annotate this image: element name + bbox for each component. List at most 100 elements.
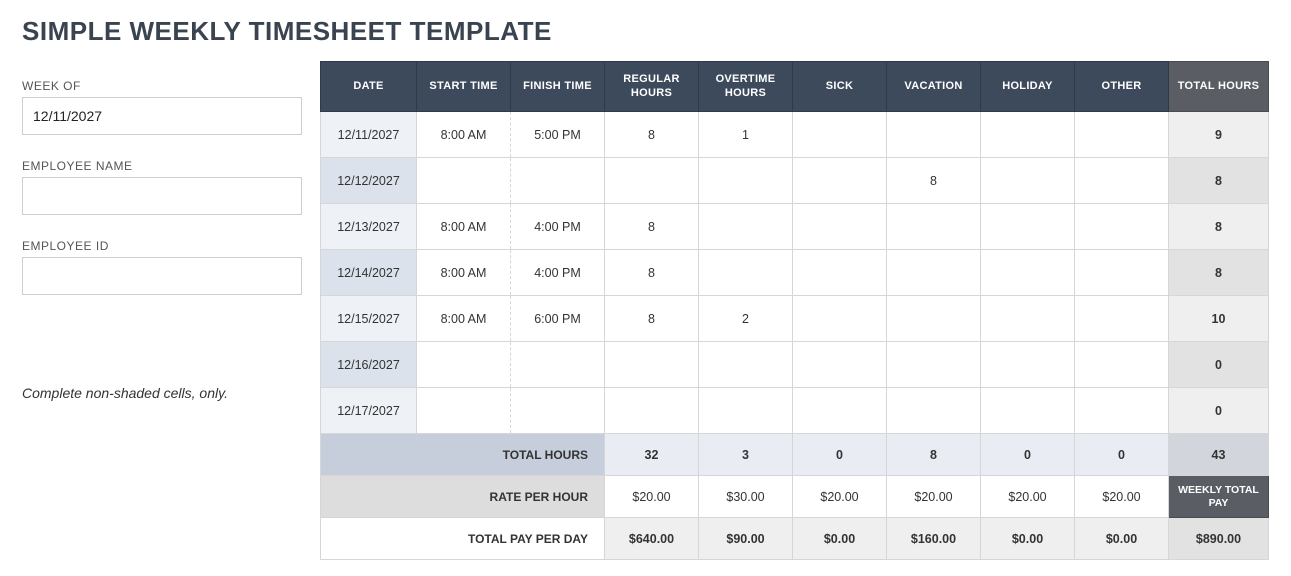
header-start: START TIME — [417, 62, 511, 112]
table-row: 12/12/2027 8 8 — [321, 158, 1269, 204]
cell-sick[interactable] — [793, 342, 887, 388]
cell-vacation[interactable]: 8 — [887, 158, 981, 204]
cell-start[interactable]: 8:00 AM — [417, 112, 511, 158]
total-pay-overtime: $90.00 — [699, 518, 793, 560]
header-row: DATE START TIME FINISH TIME REGULAR HOUR… — [321, 62, 1269, 112]
rate-sick[interactable]: $20.00 — [793, 476, 887, 518]
cell-other[interactable] — [1075, 388, 1169, 434]
rate-label: RATE PER HOUR — [321, 476, 605, 518]
cell-sick[interactable] — [793, 158, 887, 204]
cell-sick[interactable] — [793, 388, 887, 434]
cell-vacation[interactable] — [887, 342, 981, 388]
rate-vacation[interactable]: $20.00 — [887, 476, 981, 518]
cell-total: 8 — [1169, 204, 1269, 250]
cell-sick[interactable] — [793, 250, 887, 296]
employee-name-input[interactable] — [22, 177, 302, 215]
cell-finish[interactable]: 6:00 PM — [511, 296, 605, 342]
cell-start[interactable]: 8:00 AM — [417, 204, 511, 250]
cell-finish[interactable] — [511, 388, 605, 434]
timesheet-table: DATE START TIME FINISH TIME REGULAR HOUR… — [320, 61, 1269, 560]
cell-regular[interactable]: 8 — [605, 296, 699, 342]
week-of-input[interactable] — [22, 97, 302, 135]
cell-holiday[interactable] — [981, 296, 1075, 342]
cell-overtime[interactable] — [699, 204, 793, 250]
total-hours-row: TOTAL HOURS 32 3 0 8 0 0 43 — [321, 434, 1269, 476]
cell-other[interactable] — [1075, 158, 1169, 204]
cell-regular[interactable] — [605, 388, 699, 434]
total-hours-regular: 32 — [605, 434, 699, 476]
cell-regular[interactable] — [605, 158, 699, 204]
cell-start[interactable] — [417, 158, 511, 204]
employee-id-input[interactable] — [22, 257, 302, 295]
cell-sick[interactable] — [793, 296, 887, 342]
cell-sick[interactable] — [793, 204, 887, 250]
cell-date: 12/13/2027 — [321, 204, 417, 250]
cell-start[interactable] — [417, 342, 511, 388]
cell-vacation[interactable] — [887, 388, 981, 434]
header-date: DATE — [321, 62, 417, 112]
header-total: TOTAL HOURS — [1169, 62, 1269, 112]
cell-other[interactable] — [1075, 296, 1169, 342]
cell-overtime[interactable] — [699, 158, 793, 204]
table-row: 12/13/20278:00 AM4:00 PM88 — [321, 204, 1269, 250]
cell-total: 8 — [1169, 250, 1269, 296]
cell-date: 12/11/2027 — [321, 112, 417, 158]
cell-date: 12/12/2027 — [321, 158, 417, 204]
cell-finish[interactable]: 4:00 PM — [511, 204, 605, 250]
cell-total: 8 — [1169, 158, 1269, 204]
employee-name-label: EMPLOYEE NAME — [22, 159, 302, 173]
rate-overtime[interactable]: $30.00 — [699, 476, 793, 518]
rate-holiday[interactable]: $20.00 — [981, 476, 1075, 518]
cell-holiday[interactable] — [981, 388, 1075, 434]
cell-regular[interactable]: 8 — [605, 112, 699, 158]
total-pay-other: $0.00 — [1075, 518, 1169, 560]
cell-sick[interactable] — [793, 112, 887, 158]
cell-overtime[interactable] — [699, 250, 793, 296]
total-pay-grand: $890.00 — [1169, 518, 1269, 560]
cell-vacation[interactable] — [887, 250, 981, 296]
header-finish: FINISH TIME — [511, 62, 605, 112]
cell-holiday[interactable] — [981, 204, 1075, 250]
table-row: 12/14/20278:00 AM4:00 PM88 — [321, 250, 1269, 296]
cell-finish[interactable]: 5:00 PM — [511, 112, 605, 158]
week-of-label: WEEK OF — [22, 79, 302, 93]
total-hours-grand: 43 — [1169, 434, 1269, 476]
table-row: 12/17/20270 — [321, 388, 1269, 434]
cell-other[interactable] — [1075, 342, 1169, 388]
cell-regular[interactable]: 8 — [605, 250, 699, 296]
cell-regular[interactable] — [605, 342, 699, 388]
cell-finish[interactable]: 4:00 PM — [511, 250, 605, 296]
rate-other[interactable]: $20.00 — [1075, 476, 1169, 518]
cell-holiday[interactable] — [981, 250, 1075, 296]
cell-overtime[interactable] — [699, 388, 793, 434]
cell-regular[interactable]: 8 — [605, 204, 699, 250]
total-pay-regular: $640.00 — [605, 518, 699, 560]
cell-finish[interactable] — [511, 158, 605, 204]
cell-vacation[interactable] — [887, 204, 981, 250]
total-hours-holiday: 0 — [981, 434, 1075, 476]
header-vacation: VACATION — [887, 62, 981, 112]
cell-start[interactable]: 8:00 AM — [417, 296, 511, 342]
cell-start[interactable]: 8:00 AM — [417, 250, 511, 296]
cell-vacation[interactable] — [887, 296, 981, 342]
rate-regular[interactable]: $20.00 — [605, 476, 699, 518]
sidebar: WEEK OF EMPLOYEE NAME EMPLOYEE ID Comple… — [22, 61, 302, 401]
cell-holiday[interactable] — [981, 158, 1075, 204]
cell-holiday[interactable] — [981, 342, 1075, 388]
cell-overtime[interactable]: 2 — [699, 296, 793, 342]
cell-holiday[interactable] — [981, 112, 1075, 158]
header-overtime: OVERTIME HOURS — [699, 62, 793, 112]
cell-vacation[interactable] — [887, 112, 981, 158]
cell-total: 9 — [1169, 112, 1269, 158]
cell-other[interactable] — [1075, 112, 1169, 158]
cell-finish[interactable] — [511, 342, 605, 388]
cell-overtime[interactable] — [699, 342, 793, 388]
total-pay-holiday: $0.00 — [981, 518, 1075, 560]
cell-total: 0 — [1169, 342, 1269, 388]
cell-overtime[interactable]: 1 — [699, 112, 793, 158]
cell-other[interactable] — [1075, 204, 1169, 250]
header-regular: REGULAR HOURS — [605, 62, 699, 112]
cell-start[interactable] — [417, 388, 511, 434]
cell-other[interactable] — [1075, 250, 1169, 296]
total-hours-label: TOTAL HOURS — [321, 434, 605, 476]
